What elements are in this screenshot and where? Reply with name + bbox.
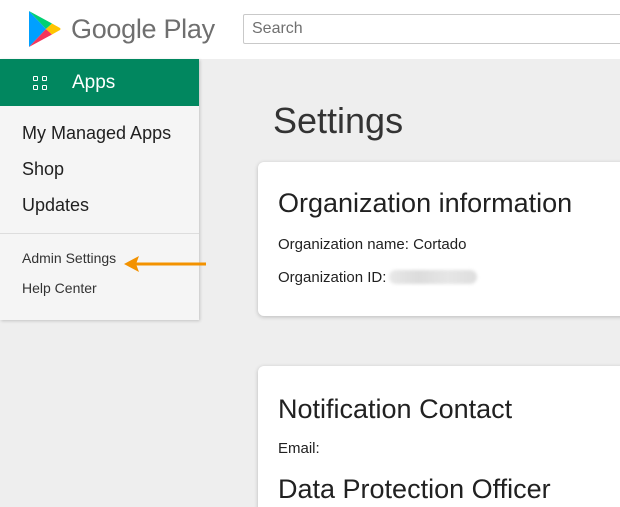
organization-id-row: Organization ID: xyxy=(278,269,478,286)
organization-info-heading: Organization information xyxy=(278,188,573,218)
google-play-logo-icon xyxy=(29,11,61,47)
sidebar-apps-section[interactable]: Apps xyxy=(0,59,199,106)
organization-name: Organization name: Cortado xyxy=(278,236,467,253)
sidebar-divider xyxy=(0,233,199,234)
annotation-arrow-icon xyxy=(124,256,206,272)
organization-id-label: Organization ID: xyxy=(278,269,387,286)
apps-section-label: Apps xyxy=(72,71,116,93)
sidebar-item-help-center[interactable]: Help Center xyxy=(0,273,199,303)
data-protection-officer-heading: Data Protection Officer xyxy=(278,474,551,504)
search-input[interactable] xyxy=(243,14,620,44)
notification-email-label: Email: xyxy=(278,440,320,457)
organization-id-redacted xyxy=(389,270,478,284)
organization-info-card: Organization information Organization na… xyxy=(258,162,620,316)
notification-contact-heading: Notification Contact xyxy=(278,394,513,424)
sidebar-nav: My Managed Apps Shop Updates xyxy=(0,106,199,223)
brand-name: Google Play xyxy=(71,13,215,44)
page-title: Settings xyxy=(273,100,404,141)
top-bar: Google Play xyxy=(0,0,620,59)
sidebar-item-shop[interactable]: Shop xyxy=(0,151,199,187)
notification-contact-card: Notification Contact Email: Data Protect… xyxy=(258,366,620,507)
sidebar-item-updates[interactable]: Updates xyxy=(0,187,199,223)
google-play-logo[interactable]: Google Play xyxy=(27,10,215,48)
apps-grid-icon xyxy=(33,75,47,90)
sidebar-item-my-managed-apps[interactable]: My Managed Apps xyxy=(0,115,199,151)
sidebar: Apps My Managed Apps Shop Updates Admin … xyxy=(0,59,199,320)
